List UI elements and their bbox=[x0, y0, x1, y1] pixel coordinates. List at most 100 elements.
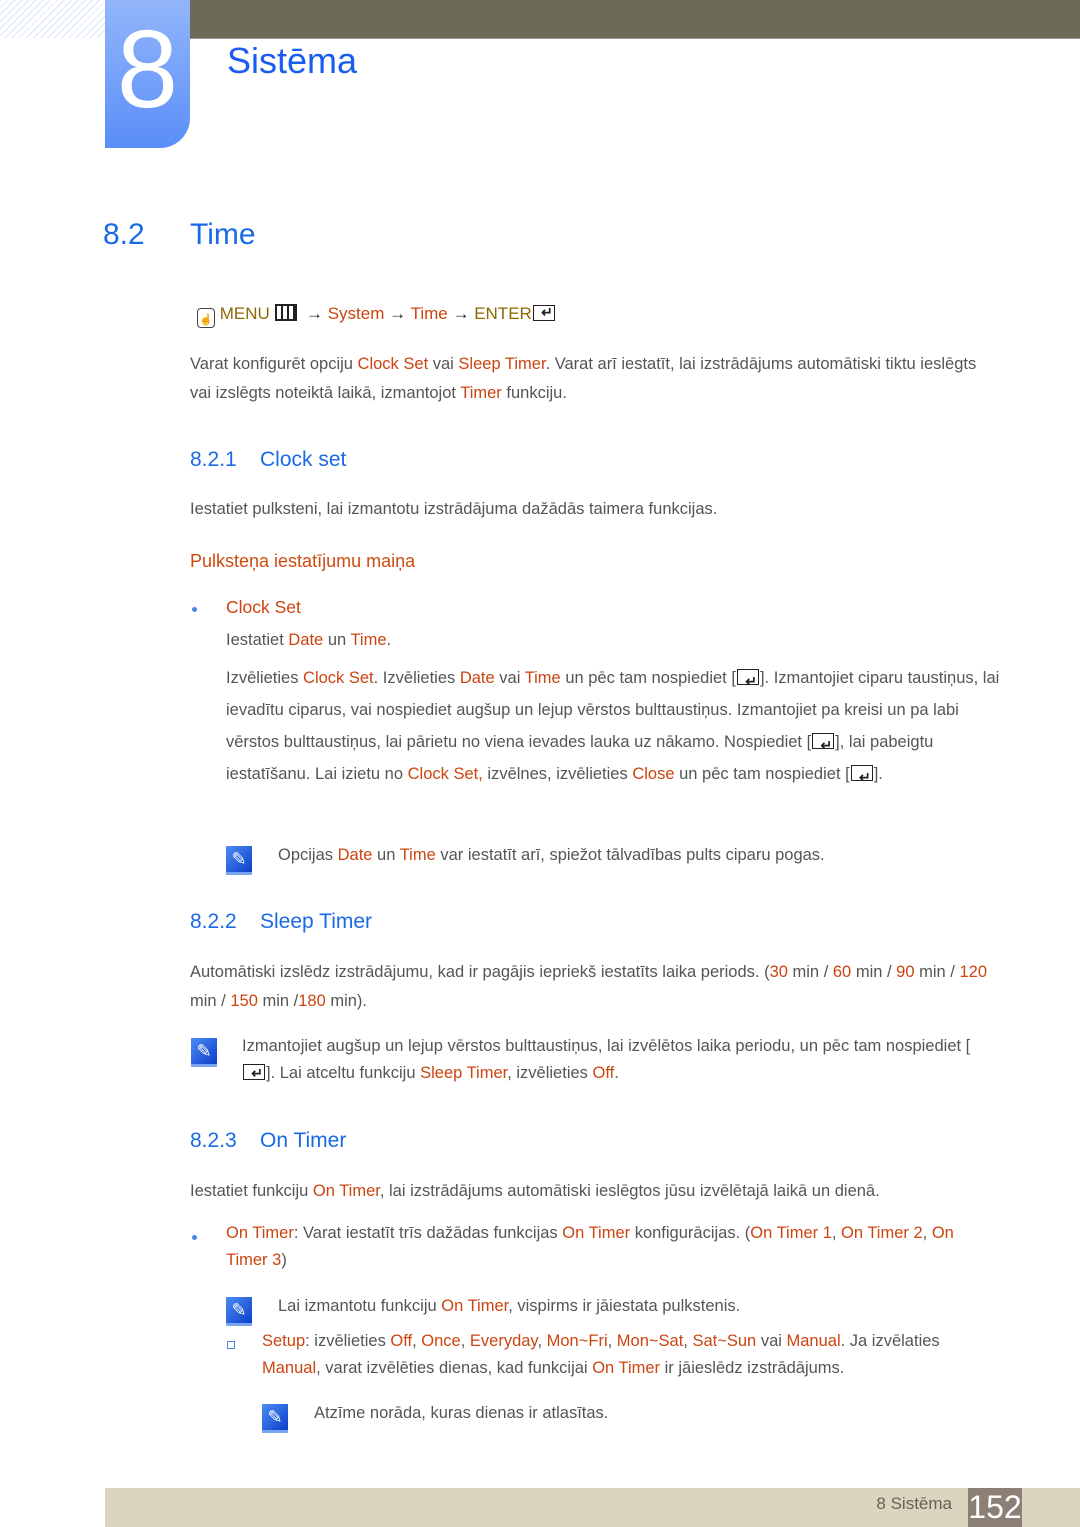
bullet-title: Clock Set bbox=[226, 597, 301, 617]
setup-text: Setup: izvēlieties Off, Once, Everyday , … bbox=[262, 1328, 992, 1382]
text-run: . Izvēlieties bbox=[373, 669, 460, 687]
text-run: min). bbox=[325, 992, 367, 1010]
section-number: 8.2 bbox=[103, 218, 145, 251]
subsection-title: Sleep Timer bbox=[260, 910, 373, 933]
text-run: , bbox=[537, 1332, 547, 1350]
subsection-number: 8.2.3 bbox=[190, 1129, 237, 1152]
text-run: , izvēlieties bbox=[507, 1064, 593, 1082]
enter-key-icon bbox=[850, 761, 873, 793]
text-run: . bbox=[386, 631, 392, 649]
subsection-number: 8.2.2 bbox=[190, 910, 237, 933]
text-run: funkciju. bbox=[501, 384, 567, 402]
note-text: Lai izmantotu funkciju On Timer, vispirm… bbox=[278, 1292, 740, 1321]
highlighted-term: Clock Set, bbox=[407, 765, 483, 783]
arrow: → bbox=[452, 304, 470, 323]
bullet-icon bbox=[192, 1235, 197, 1240]
text-run: min / bbox=[851, 963, 897, 981]
square-bullet-icon bbox=[227, 1341, 235, 1349]
highlighted-term: Sleep Timer bbox=[420, 1064, 508, 1082]
intro-text: Varat konfigurēt opciju Clock Set vai Sl… bbox=[190, 350, 990, 408]
text-run: min / bbox=[787, 963, 833, 981]
menu-system: System bbox=[327, 304, 385, 323]
subheading: Pulksteņa iestatījumu maiņa bbox=[190, 551, 416, 571]
text-run: un bbox=[372, 846, 400, 864]
sleep-timer-text: Automātiski izslēdz izstrādājumu, kad ir… bbox=[190, 958, 1005, 1016]
note-text: Izmantojiet augšup un lejup vērstos bult… bbox=[242, 1033, 992, 1087]
chapter-title: Sistēma bbox=[227, 40, 358, 81]
note-pen-icon: ✎ bbox=[226, 846, 252, 875]
note-text: Atzīme norāda, kuras dienas ir atlasītas… bbox=[314, 1404, 609, 1422]
arrow: → bbox=[389, 304, 407, 323]
highlighted-term: 180 bbox=[298, 992, 326, 1010]
note-pen-icon: ✎ bbox=[191, 1038, 217, 1067]
text-run: min / bbox=[914, 963, 960, 981]
text-run: ir jāieslēdz izstrādājums. bbox=[660, 1359, 845, 1377]
on-timer-text: Iestatiet funkciju On Timer, lai izstrād… bbox=[190, 1177, 880, 1206]
highlighted-term: Timer bbox=[460, 384, 502, 402]
highlighted-term: Date bbox=[459, 669, 495, 687]
menu-icon bbox=[274, 304, 297, 321]
text-run: , vispirms ir jāiestata pulkstenis. bbox=[508, 1297, 741, 1315]
on-timer-bullet: On Timer: Varat iestatīt trīs dažādas fu… bbox=[226, 1220, 996, 1274]
highlighted-term: On Timer bbox=[441, 1297, 509, 1315]
text-run: . Ja izvēlaties bbox=[840, 1332, 940, 1350]
subsection-heading-8-2-3: 8.2.3 On Timer bbox=[190, 1129, 346, 1153]
subsection-title: Clock set bbox=[260, 448, 347, 471]
clock-set-line: Iestatiet Date un Time. bbox=[226, 626, 391, 655]
text-run: konfigurācijas. ( bbox=[630, 1224, 751, 1242]
text-run: Varat konfigurēt opciju bbox=[190, 355, 358, 373]
text-run: Lai izmantotu funkciju bbox=[278, 1297, 442, 1315]
highlighted-term: On Timer bbox=[592, 1359, 661, 1377]
text-run: , bbox=[460, 1332, 470, 1350]
text-run: Izvēlieties bbox=[226, 669, 304, 687]
text-run: min / bbox=[257, 992, 299, 1010]
highlighted-term: On Timer bbox=[312, 1182, 380, 1200]
manual-page: 8 Sistēma 8.2 Time ☝ MENU → System → Tim… bbox=[0, 0, 1080, 1527]
text-run: , bbox=[412, 1332, 422, 1350]
highlighted-term: On Timer bbox=[226, 1224, 294, 1242]
bullet-icon bbox=[192, 607, 197, 612]
text-run: Iestatiet bbox=[226, 631, 289, 649]
text-run: Izmantojiet augšup un lejup vērstos bult… bbox=[242, 1037, 971, 1055]
menu-path: ☝ MENU → System → Time → ENTER bbox=[197, 301, 556, 328]
header-pattern bbox=[0, 0, 105, 38]
subsection-heading-8-2-2: 8.2.2 Sleep Timer bbox=[190, 910, 372, 934]
subsection-number: 8.2.1 bbox=[190, 448, 237, 471]
highlighted-term: 90 bbox=[896, 963, 915, 981]
highlighted-term: Date bbox=[337, 846, 373, 864]
highlighted-term: Off bbox=[390, 1332, 413, 1350]
highlighted-term: Off bbox=[592, 1064, 615, 1082]
text-run: Automātiski izslēdz izstrādājumu, kad ir… bbox=[190, 963, 770, 981]
text-run: var iestatīt arī, spiežot tālvadības pul… bbox=[435, 846, 825, 864]
text-run: ]. Lai atceltu funkciju bbox=[266, 1064, 421, 1082]
highlighted-term: 120 bbox=[959, 963, 987, 981]
highlighted-term: Clock Set bbox=[357, 355, 429, 373]
enter-key-icon bbox=[532, 301, 555, 323]
text-run: : izvēlieties bbox=[305, 1332, 391, 1350]
footer-chapter: 8 Sistēma bbox=[876, 1494, 952, 1513]
remote-hand-icon: ☝ bbox=[197, 308, 215, 328]
text-run: un pēc tam nospiediet [ bbox=[560, 669, 736, 687]
highlighted-term: Time bbox=[524, 669, 561, 687]
highlighted-term: Sleep Timer bbox=[458, 355, 546, 373]
highlighted-term: Setup bbox=[262, 1332, 306, 1350]
highlighted-term: On Timer bbox=[562, 1224, 631, 1242]
text-run: vai bbox=[756, 1332, 787, 1350]
highlighted-term: Clock Set bbox=[303, 669, 374, 687]
text-run: , bbox=[831, 1224, 842, 1242]
highlighted-term: 60 bbox=[832, 963, 852, 981]
note-text: Opcijas Date un Time var iestatīt arī, s… bbox=[278, 841, 825, 870]
highlighted-term: Time bbox=[350, 631, 387, 649]
text-run: , lai izstrādājums automātiski ieslēgtos… bbox=[379, 1182, 880, 1200]
header-bar bbox=[190, 0, 1080, 39]
text-run: ) bbox=[281, 1251, 287, 1269]
highlighted-term: On Timer 2 bbox=[841, 1224, 923, 1242]
highlighted-term: 30 bbox=[769, 963, 788, 981]
text-run: , bbox=[922, 1224, 932, 1242]
menu-enter: ENTER bbox=[474, 304, 532, 323]
highlighted-term: On Timer 1 bbox=[750, 1224, 832, 1242]
highlighted-term: Mon~Sat bbox=[616, 1332, 684, 1350]
section-title: Time bbox=[190, 218, 256, 251]
text-run: izvēlnes, izvēlieties bbox=[482, 765, 633, 783]
arrow: → bbox=[305, 304, 323, 323]
